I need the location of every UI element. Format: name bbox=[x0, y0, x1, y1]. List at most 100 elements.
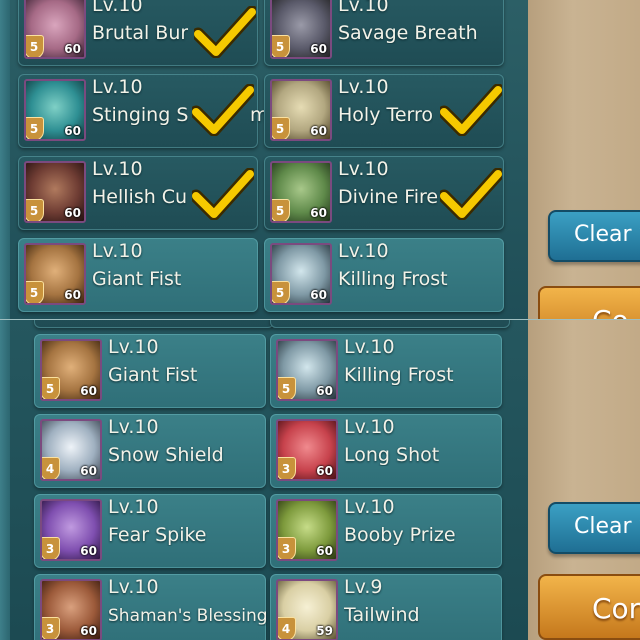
panel-edge bbox=[0, 320, 10, 640]
familiar-card-tailwind[interactable]: 4 59 Lv.9 Tailwind bbox=[270, 574, 502, 640]
familiar-level: Lv.9 bbox=[344, 576, 383, 598]
star-shield-icon: 3 bbox=[278, 537, 296, 559]
familiar-card-divine-fire[interactable]: 5 60 Lv.10 Divine Fire bbox=[264, 156, 504, 230]
checkmark-icon bbox=[194, 6, 256, 58]
checkmark-icon bbox=[440, 168, 502, 220]
familiar-name: Stinging S bbox=[92, 104, 189, 126]
familiar-card-brutal-bur[interactable]: 5 60 Lv.10 Brutal Bur bbox=[18, 0, 258, 66]
familiar-card-snow-shield[interactable]: 4 60 Lv.10 Snow Shield bbox=[34, 414, 266, 488]
familiar-level: Lv.10 bbox=[338, 0, 389, 16]
familiar-level: Lv.10 bbox=[338, 76, 389, 98]
familiar-card-partial bbox=[34, 320, 274, 328]
familiar-level: Lv.10 bbox=[108, 416, 159, 438]
confirm-button[interactable]: Cor bbox=[538, 574, 640, 640]
familiar-level: Lv.10 bbox=[344, 416, 395, 438]
familiar-portrait: 5 60 bbox=[270, 79, 332, 141]
familiar-name: Divine Fire bbox=[338, 186, 439, 208]
familiar-count: 60 bbox=[316, 544, 333, 558]
star-shield-icon: 3 bbox=[42, 617, 60, 639]
star-shield-icon: 5 bbox=[42, 377, 60, 399]
familiar-card-booby-prize[interactable]: 3 60 Lv.10 Booby Prize bbox=[270, 494, 502, 568]
familiar-count: 60 bbox=[316, 384, 333, 398]
familiar-portrait: 5 60 bbox=[24, 243, 86, 305]
familiar-portrait: 3 60 bbox=[40, 499, 102, 561]
familiar-name: Killing Frost bbox=[344, 364, 454, 386]
familiar-card-hellish-curse[interactable]: 5 60 Lv.10 Hellish Cu bbox=[18, 156, 258, 230]
familiar-count: 60 bbox=[80, 624, 97, 638]
familiar-level: Lv.10 bbox=[108, 576, 159, 598]
familiar-level: Lv.10 bbox=[92, 240, 143, 262]
familiar-level: Lv.10 bbox=[92, 158, 143, 180]
familiar-card-long-shot[interactable]: 3 60 Lv.10 Long Shot bbox=[270, 414, 502, 488]
star-shield-icon: 4 bbox=[278, 617, 296, 639]
familiar-count: 60 bbox=[310, 288, 327, 302]
clear-selection-button[interactable]: Clear S bbox=[548, 502, 640, 554]
familiar-name: Giant Fist bbox=[92, 268, 182, 290]
star-shield-icon: 3 bbox=[42, 537, 60, 559]
familiar-count: 60 bbox=[310, 124, 327, 138]
familiar-name: Killing Frost bbox=[338, 268, 448, 290]
familiar-count: 60 bbox=[80, 464, 97, 478]
familiar-level: Lv.10 bbox=[92, 0, 143, 16]
familiar-count: 60 bbox=[64, 42, 81, 56]
familiar-name: Tailwind bbox=[344, 604, 420, 626]
star-shield-icon: 5 bbox=[278, 377, 296, 399]
familiar-portrait: 5 60 bbox=[24, 161, 86, 223]
familiar-level: Lv.10 bbox=[92, 76, 143, 98]
familiar-card-giant-fist[interactable]: 5 60 Lv.10 Giant Fist bbox=[18, 238, 258, 312]
familiar-list-panel-bottom: 5 60 Lv.10 Giant Fist 5 60 Lv.10 Killing… bbox=[0, 320, 640, 640]
familiar-count: 60 bbox=[80, 544, 97, 558]
familiar-card-stinging-swarm[interactable]: 5 60 Lv.10 Stinging S m bbox=[18, 74, 269, 148]
familiar-portrait: 3 60 bbox=[40, 579, 102, 640]
familiar-portrait: 5 60 bbox=[40, 339, 102, 401]
familiar-portrait: 4 60 bbox=[40, 419, 102, 481]
familiar-card-giant-fist[interactable]: 5 60 Lv.10 Giant Fist bbox=[34, 334, 266, 408]
familiar-count: 60 bbox=[310, 206, 327, 220]
familiar-portrait: 5 60 bbox=[270, 243, 332, 305]
familiar-portrait: 5 60 bbox=[24, 0, 86, 59]
star-shield-icon: 3 bbox=[278, 457, 296, 479]
familiar-count: 60 bbox=[80, 384, 97, 398]
familiar-portrait: 5 60 bbox=[270, 161, 332, 223]
familiar-level: Lv.10 bbox=[108, 496, 159, 518]
familiar-card-killing-frost[interactable]: 5 60 Lv.10 Killing Frost bbox=[270, 334, 502, 408]
familiar-name: Giant Fist bbox=[108, 364, 198, 386]
clear-selection-button[interactable]: Clear S bbox=[548, 210, 640, 262]
familiar-count: 60 bbox=[64, 124, 81, 138]
star-shield-icon: 5 bbox=[26, 199, 44, 221]
familiar-name: Booby Prize bbox=[344, 524, 456, 546]
familiar-name: Savage Breath bbox=[338, 22, 478, 44]
familiar-card-savage-breath[interactable]: 5 60 Lv.10 Savage Breath bbox=[264, 0, 504, 66]
familiar-card-holy-terror[interactable]: 5 60 Lv.10 Holy Terro bbox=[264, 74, 504, 148]
star-shield-icon: 5 bbox=[26, 281, 44, 303]
familiar-list-panel-top: 5 60 Lv.10 Brutal Bur 5 60 Lv.10 Savage … bbox=[0, 0, 640, 320]
checkmark-icon bbox=[192, 168, 254, 220]
familiar-card-fear-spike[interactable]: 3 60 Lv.10 Fear Spike bbox=[34, 494, 266, 568]
familiar-count: 60 bbox=[316, 464, 333, 478]
familiar-card-partial bbox=[270, 320, 510, 328]
familiar-level: Lv.10 bbox=[108, 336, 159, 358]
star-shield-icon: 5 bbox=[26, 35, 44, 57]
familiar-portrait: 3 60 bbox=[276, 499, 338, 561]
familiar-card-shamans-blessing[interactable]: 3 60 Lv.10 Shaman's Blessing bbox=[34, 574, 268, 640]
familiar-count: 60 bbox=[64, 288, 81, 302]
familiar-name: Holy Terro bbox=[338, 104, 434, 126]
familiar-level: Lv.10 bbox=[344, 336, 395, 358]
familiar-card-killing-frost[interactable]: 5 60 Lv.10 Killing Frost bbox=[264, 238, 504, 312]
familiar-level: Lv.10 bbox=[338, 158, 389, 180]
familiar-portrait: 5 60 bbox=[24, 79, 86, 141]
star-shield-icon: 5 bbox=[272, 281, 290, 303]
panel-edge bbox=[0, 0, 10, 320]
familiar-name: Snow Shield bbox=[108, 444, 224, 466]
familiar-level: Lv.10 bbox=[338, 240, 389, 262]
side-panel bbox=[528, 0, 640, 320]
familiar-name: Hellish Cu bbox=[92, 186, 188, 208]
star-shield-icon: 4 bbox=[42, 457, 60, 479]
confirm-button[interactable]: Co bbox=[538, 286, 640, 320]
familiar-portrait: 5 60 bbox=[270, 0, 332, 59]
familiar-level: Lv.10 bbox=[344, 496, 395, 518]
star-shield-icon: 5 bbox=[272, 35, 290, 57]
familiar-name: Shaman's Blessing bbox=[108, 606, 268, 626]
familiar-name: Long Shot bbox=[344, 444, 440, 466]
star-shield-icon: 5 bbox=[26, 117, 44, 139]
